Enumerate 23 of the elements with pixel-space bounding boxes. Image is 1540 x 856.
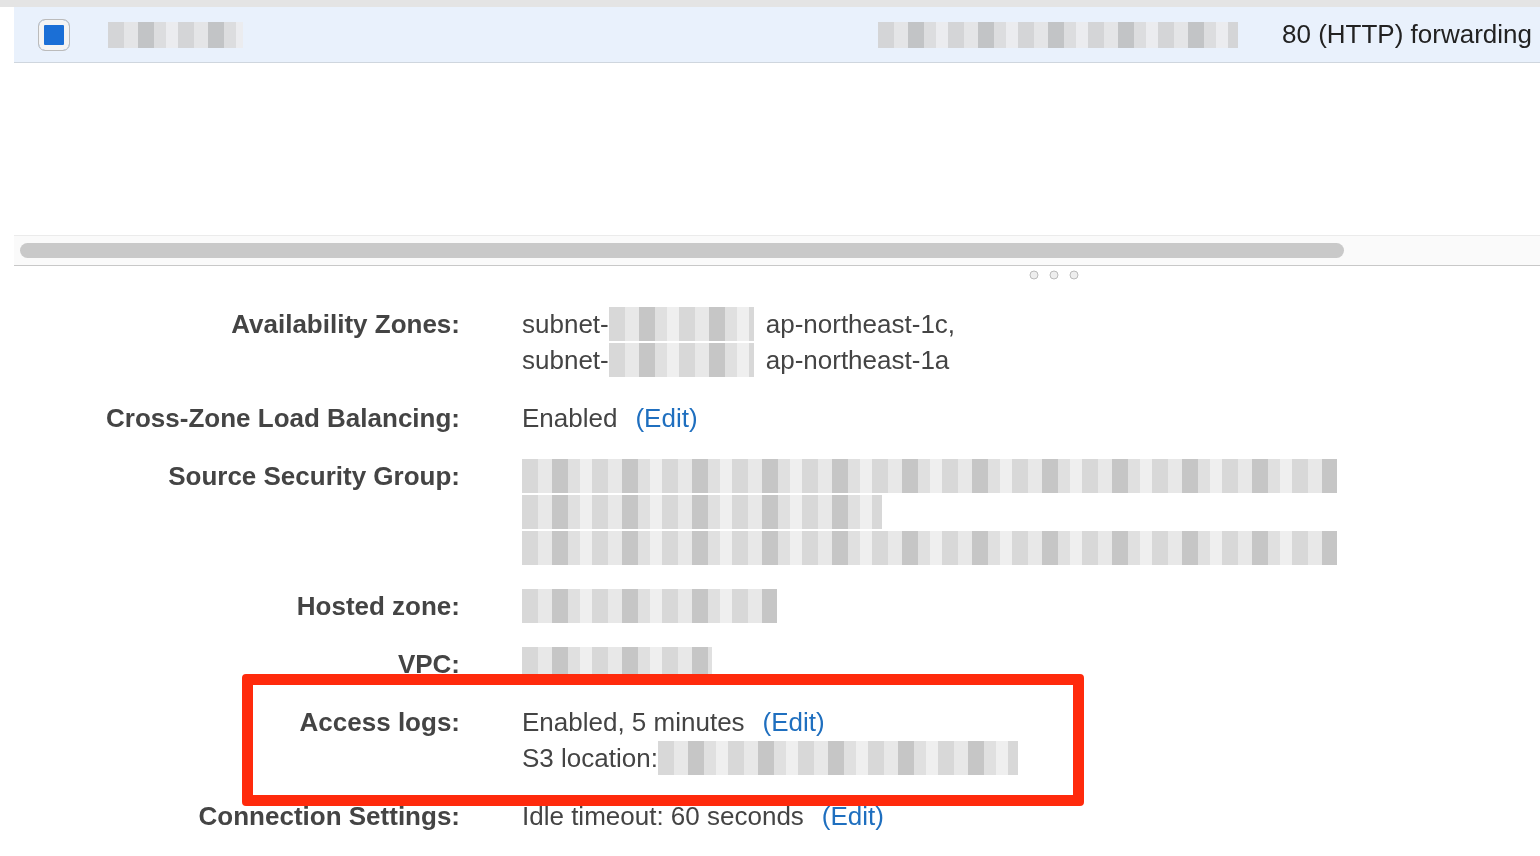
field-value: ap-northeast-1a [765, 344, 950, 377]
field-value: Idle timeout: 60 seconds [522, 800, 804, 833]
resize-handle-icon[interactable] [1029, 270, 1081, 280]
edit-link[interactable]: (Edit) [635, 400, 698, 436]
edit-link[interactable]: (Edit) [762, 704, 825, 740]
field-label: VPC: [396, 648, 460, 681]
field-label: Availability Zones: [230, 308, 460, 341]
table-row[interactable]: 80 (HTTP) forwarding [14, 7, 1540, 63]
field-label: Access logs: [298, 706, 460, 739]
field-value: S3 location: [522, 742, 658, 775]
scrollbar-thumb[interactable] [20, 243, 1344, 258]
field-value: subnet- [522, 344, 609, 377]
field-value: subnet- [522, 308, 609, 341]
row-checkbox[interactable] [38, 18, 70, 51]
field-label: Source Security Group: [167, 460, 460, 493]
field-label: Hosted zone: [295, 590, 460, 623]
field-value: Enabled, 5 minutes [522, 706, 745, 739]
edit-link[interactable]: (Edit) [821, 798, 884, 834]
field-label: Connection Settings: [197, 800, 460, 833]
field-value: Enabled [522, 402, 618, 435]
table-cell: 80 (HTTP) forwarding [1282, 19, 1532, 50]
field-label: Cross-Zone Load Balancing: [105, 402, 460, 435]
field-value: ap-northeast-1c, [765, 308, 956, 341]
